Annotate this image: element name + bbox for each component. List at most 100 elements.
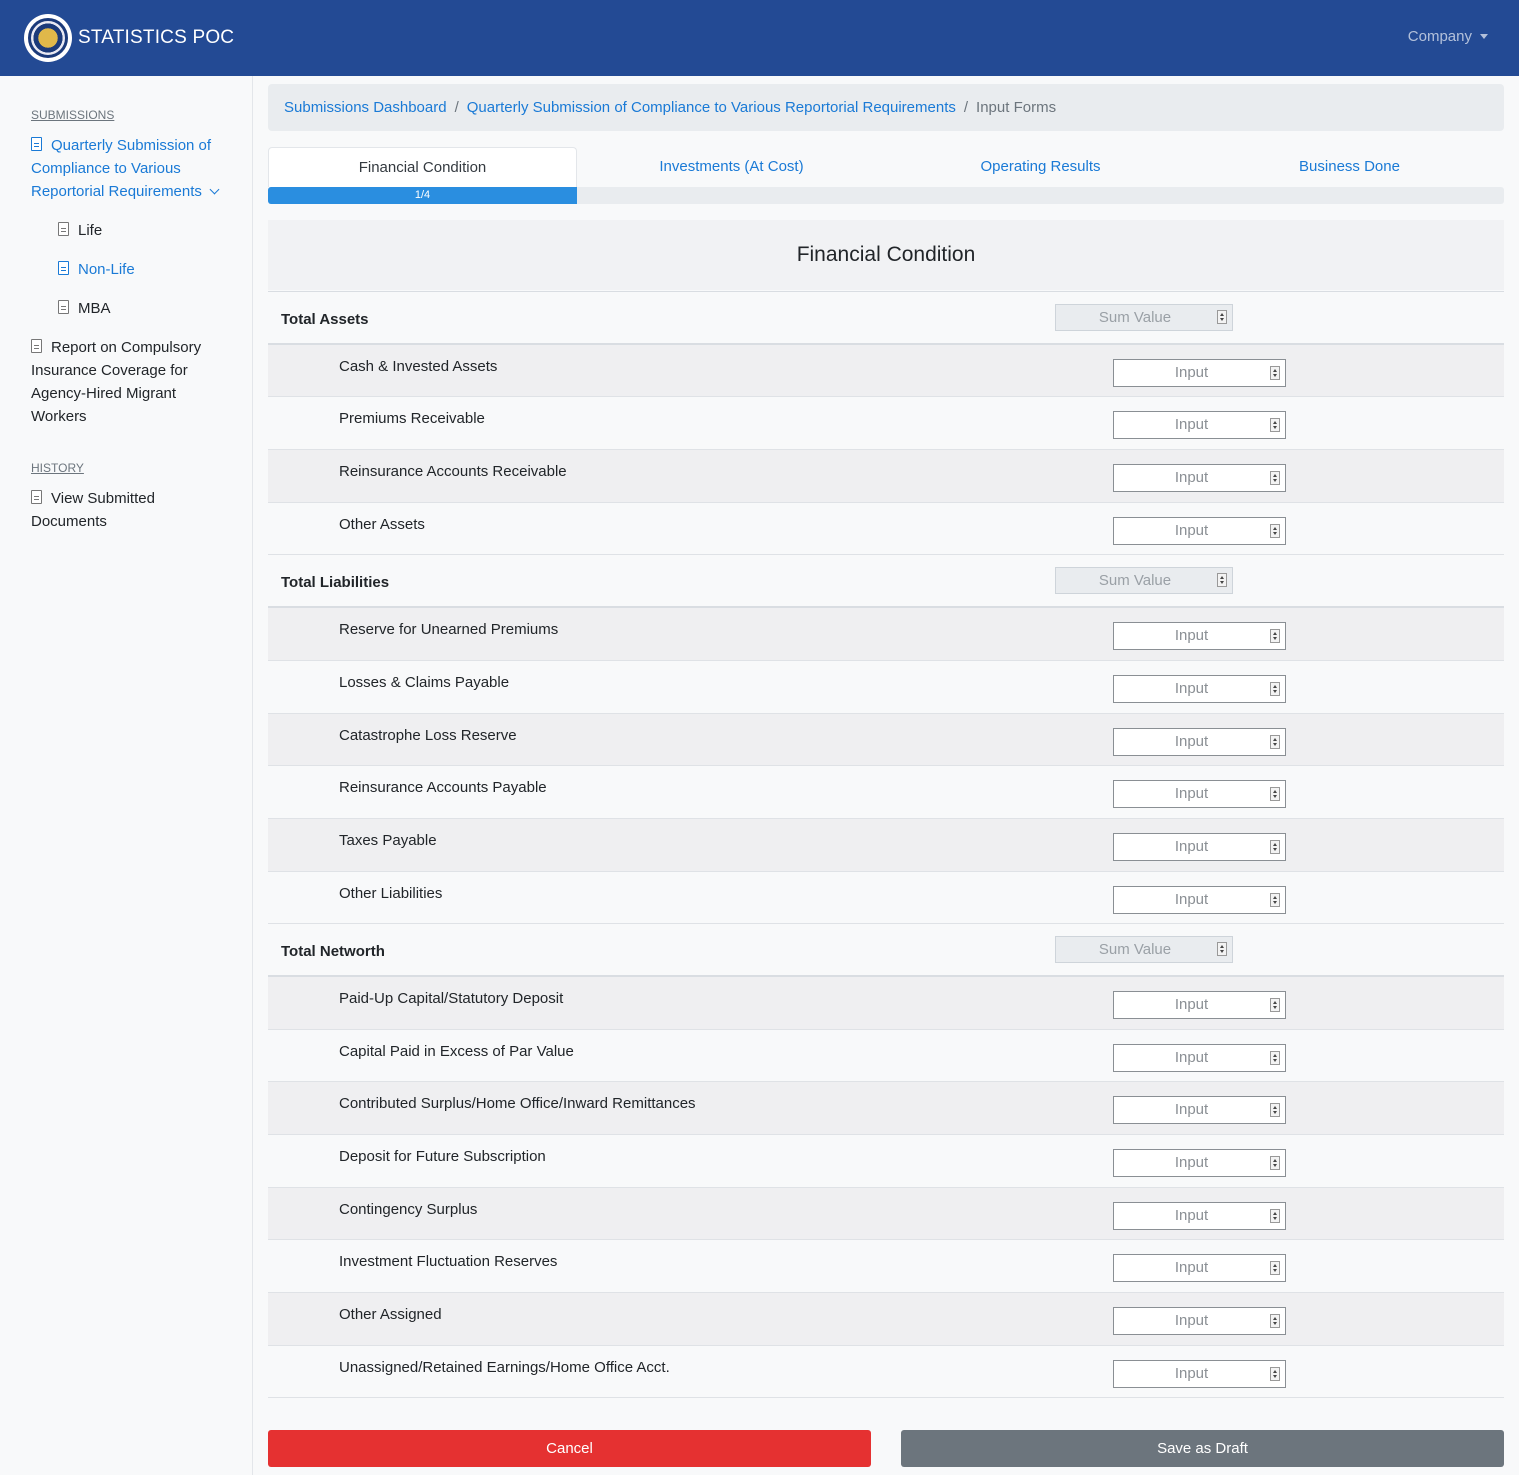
field-label: Reserve for Unearned Premiums <box>339 621 559 639</box>
input-placeholder: Input <box>1174 1364 1209 1382</box>
sidebar-item-view-submitted[interactable]: View Submitted Documents <box>31 487 191 533</box>
input-row: Deposit for Future Subscription Input <box>268 1135 1504 1188</box>
field-label: Reinsurance Accounts Payable <box>339 779 547 797</box>
number-input[interactable]: Input <box>1113 832 1286 861</box>
form-tabs: Financial Condition Investments (At Cost… <box>268 147 1504 187</box>
input-placeholder: Input <box>1174 837 1209 855</box>
breadcrumb-separator: / <box>454 99 459 116</box>
number-input[interactable]: Input <box>1113 516 1286 545</box>
spinner-icon[interactable] <box>1270 1050 1280 1065</box>
number-input[interactable]: Input <box>1113 358 1286 387</box>
sidebar-item-report[interactable]: Report on Compulsory Insurance Coverage … <box>31 336 226 428</box>
field-label: Catastrophe Loss Reserve <box>339 726 517 744</box>
input-row: Catastrophe Loss Reserve Input <box>268 713 1504 767</box>
section-row: Total Networth Sum Value <box>268 924 1504 977</box>
sidebar-item-mba[interactable]: MBA <box>58 297 111 320</box>
chevron-down-icon[interactable] <box>209 184 220 195</box>
sidebar-item-life[interactable]: Life <box>58 219 102 242</box>
top-navbar: STATISTICS POC Company <box>0 0 1519 76</box>
breadcrumb-separator: / <box>963 99 969 116</box>
input-placeholder: Input <box>1174 732 1209 750</box>
spinner-icon[interactable] <box>1270 1366 1280 1381</box>
spinner-icon[interactable] <box>1270 629 1280 644</box>
section-row: Total Assets Sum Value <box>268 292 1504 345</box>
number-input[interactable]: Input <box>1113 1254 1286 1283</box>
input-placeholder: Input <box>1174 521 1209 539</box>
progress-bar: 1/4 <box>268 187 1504 204</box>
sidebar-item-quarterly[interactable]: Quarterly Submission of Compliance to Va… <box>31 134 231 203</box>
spinner-icon[interactable] <box>1270 1103 1280 1118</box>
number-input[interactable]: Input <box>1113 780 1286 809</box>
breadcrumb-dashboard-link[interactable]: Submissions Dashboard <box>284 99 447 116</box>
spinner-icon[interactable] <box>1270 1208 1280 1223</box>
spinner-icon[interactable] <box>1270 681 1280 696</box>
input-placeholder: Input <box>1174 1259 1209 1277</box>
input-row: Losses & Claims Payable Input <box>268 661 1504 714</box>
input-placeholder: Input <box>1174 627 1209 645</box>
tab-business-done[interactable]: Business Done <box>1195 147 1504 187</box>
sidebar-item-label: Quarterly Submission of Compliance to Va… <box>31 137 212 200</box>
breadcrumb-quarterly-link[interactable]: Quarterly Submission of Compliance to Va… <box>467 99 956 116</box>
number-input[interactable]: Input <box>1113 411 1286 440</box>
spinner-icon[interactable] <box>1270 997 1280 1012</box>
field-label: Contingency Surplus <box>339 1200 478 1218</box>
field-label: Other Assigned <box>339 1306 442 1324</box>
sidebar-item-label: Non-Life <box>78 261 135 278</box>
number-input[interactable]: Input <box>1113 1149 1286 1177</box>
number-input[interactable]: Input <box>1113 885 1286 914</box>
spinner-icon[interactable] <box>1270 523 1280 538</box>
breadcrumb-current: Input Forms <box>976 99 1057 116</box>
brand[interactable]: STATISTICS POC <box>24 14 234 62</box>
spinner-icon[interactable] <box>1270 471 1280 486</box>
spinner-icon[interactable] <box>1270 1156 1280 1170</box>
save-draft-button[interactable]: Save as Draft <box>901 1430 1504 1467</box>
field-label: Other Assets <box>339 515 425 533</box>
number-input[interactable]: Input <box>1113 622 1286 651</box>
field-label: Losses & Claims Payable <box>339 673 510 691</box>
sidebar-item-label: MBA <box>78 300 111 317</box>
tab-investments[interactable]: Investments (At Cost) <box>577 147 886 187</box>
input-placeholder: Input <box>1174 1048 1209 1066</box>
spinner-icon[interactable] <box>1270 787 1280 802</box>
sidebar-item-non-life[interactable]: Non-Life <box>58 258 135 281</box>
input-placeholder: Input <box>1174 469 1209 487</box>
number-input[interactable]: Input <box>1113 990 1286 1019</box>
spinner-icon[interactable] <box>1270 418 1280 433</box>
company-dropdown[interactable]: Company <box>1408 28 1488 45</box>
tab-operating-results[interactable]: Operating Results <box>886 147 1195 187</box>
field-label: Paid-Up Capital/Statutory Deposit <box>339 989 564 1007</box>
field-label: Contributed Surplus/Home Office/Inward R… <box>339 1095 696 1113</box>
number-input[interactable]: Input <box>1113 1043 1286 1072</box>
tab-financial-condition[interactable]: Financial Condition <box>268 147 577 187</box>
history-heading: HISTORY <box>31 461 84 475</box>
input-row: Paid-Up Capital/Statutory Deposit Input <box>268 976 1504 1030</box>
spinner-icon[interactable] <box>1270 892 1280 907</box>
document-icon <box>31 490 42 504</box>
input-row: Reserve for Unearned Premiums Input <box>268 608 1504 661</box>
input-placeholder: Input <box>1174 363 1209 381</box>
progress-fill: 1/4 <box>268 187 577 204</box>
input-row: Other Liabilities Input <box>268 872 1504 925</box>
number-input[interactable]: Input <box>1113 1359 1286 1388</box>
spinner-icon[interactable] <box>1270 839 1280 854</box>
number-input[interactable]: Input <box>1113 1096 1286 1125</box>
spinner-icon[interactable] <box>1270 1261 1280 1276</box>
number-input[interactable]: Input <box>1113 464 1286 493</box>
number-input[interactable]: Input <box>1113 674 1286 703</box>
spinner-icon[interactable] <box>1270 734 1280 749</box>
sidebar-item-label: Report on Compulsory Insurance Coverage … <box>31 339 202 425</box>
input-placeholder: Input <box>1174 416 1209 434</box>
cancel-button[interactable]: Cancel <box>268 1430 871 1467</box>
seal-logo <box>24 14 72 62</box>
document-icon <box>31 137 42 151</box>
input-row: Unassigned/Retained Earnings/Home Office… <box>268 1346 1504 1399</box>
app-title: STATISTICS POC <box>78 27 235 48</box>
field-label: Reinsurance Accounts Receivable <box>339 463 567 481</box>
spinner-icon[interactable] <box>1270 1314 1280 1329</box>
number-input[interactable]: Input <box>1113 1307 1286 1336</box>
field-label: Investment Fluctuation Reserves <box>339 1253 558 1271</box>
spinner-icon[interactable] <box>1270 365 1280 380</box>
spinner-icon <box>1217 573 1227 588</box>
number-input[interactable]: Input <box>1113 1201 1286 1230</box>
number-input[interactable]: Input <box>1113 727 1286 756</box>
